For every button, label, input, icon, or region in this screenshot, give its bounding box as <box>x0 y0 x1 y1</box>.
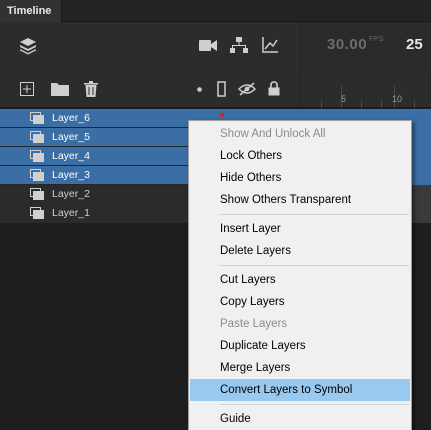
ruler-tick <box>321 100 322 108</box>
menu-item-merge-layers[interactable]: Merge Layers <box>189 357 411 379</box>
lock-icon[interactable] <box>268 81 280 96</box>
layer-icon <box>30 207 44 219</box>
layers-stack-icon[interactable] <box>19 37 37 55</box>
layer-icon <box>30 169 44 181</box>
menu-item-guide[interactable]: Guide <box>189 408 411 430</box>
outline-icon[interactable] <box>217 81 226 97</box>
layer-icon <box>30 188 44 200</box>
trash-icon[interactable] <box>84 81 98 97</box>
menu-item-show-and-unlock-all[interactable]: Show And Unlock All <box>189 123 411 145</box>
fps-value: 30.00 <box>327 36 368 53</box>
menu-separator <box>219 265 409 266</box>
menu-separator <box>219 404 409 405</box>
new-layer-icon[interactable] <box>20 82 34 96</box>
menu-item-paste-layers[interactable]: Paste Layers <box>189 313 411 335</box>
layer-parenting-icon[interactable] <box>230 37 248 54</box>
graph-icon[interactable] <box>262 37 278 53</box>
keyframe-marker <box>220 113 224 117</box>
current-frame[interactable]: 25 <box>406 36 423 53</box>
menu-item-hide-others[interactable]: Hide Others <box>189 167 411 189</box>
layer-icon <box>30 150 44 162</box>
menu-item-duplicate-layers[interactable]: Duplicate Layers <box>189 335 411 357</box>
ruler-label-10: 10 <box>392 94 403 104</box>
tab-timeline[interactable]: Timeline <box>0 0 63 22</box>
layer-name: Layer_6 <box>52 112 90 124</box>
layer-name: Layer_2 <box>52 188 90 200</box>
layer-icon <box>30 131 44 143</box>
camera-icon[interactable] <box>199 39 217 52</box>
layer-icon <box>30 112 44 124</box>
menu-item-copy-layers[interactable]: Copy Layers <box>189 291 411 313</box>
dot-icon[interactable] <box>197 87 202 92</box>
ruler-label-5: 5 <box>341 94 347 104</box>
menu-item-delete-layers[interactable]: Delete Layers <box>189 240 411 262</box>
context-menu: Show And Unlock All Lock Others Hide Other… <box>188 120 412 430</box>
ruler-tick <box>414 100 415 108</box>
fps-unit: FPS <box>369 36 385 43</box>
menu-item-insert-layer[interactable]: Insert Layer <box>189 218 411 240</box>
frame-ruler[interactable] <box>300 72 431 108</box>
menu-item-convert-layers-to-symbol[interactable]: Convert Layers to Symbol <box>190 379 410 401</box>
layer-name: Layer_5 <box>52 131 90 143</box>
menu-item-lock-others[interactable]: Lock Others <box>189 145 411 167</box>
frame-rate[interactable]: 30.00 FPS <box>327 36 384 53</box>
folder-icon[interactable] <box>51 82 69 96</box>
layer-name: Layer_4 <box>52 150 90 162</box>
ruler-tick <box>361 100 362 108</box>
panel-tabbar: Timeline <box>0 0 431 22</box>
menu-separator <box>219 214 409 215</box>
layer-name: Layer_1 <box>52 207 90 219</box>
menu-item-show-others-transparent[interactable]: Show Others Transparent <box>189 189 411 211</box>
ruler-tick <box>381 100 382 108</box>
layer-name: Layer_3 <box>52 169 90 181</box>
menu-item-cut-layers[interactable]: Cut Layers <box>189 269 411 291</box>
eye-hidden-icon[interactable] <box>238 82 256 96</box>
